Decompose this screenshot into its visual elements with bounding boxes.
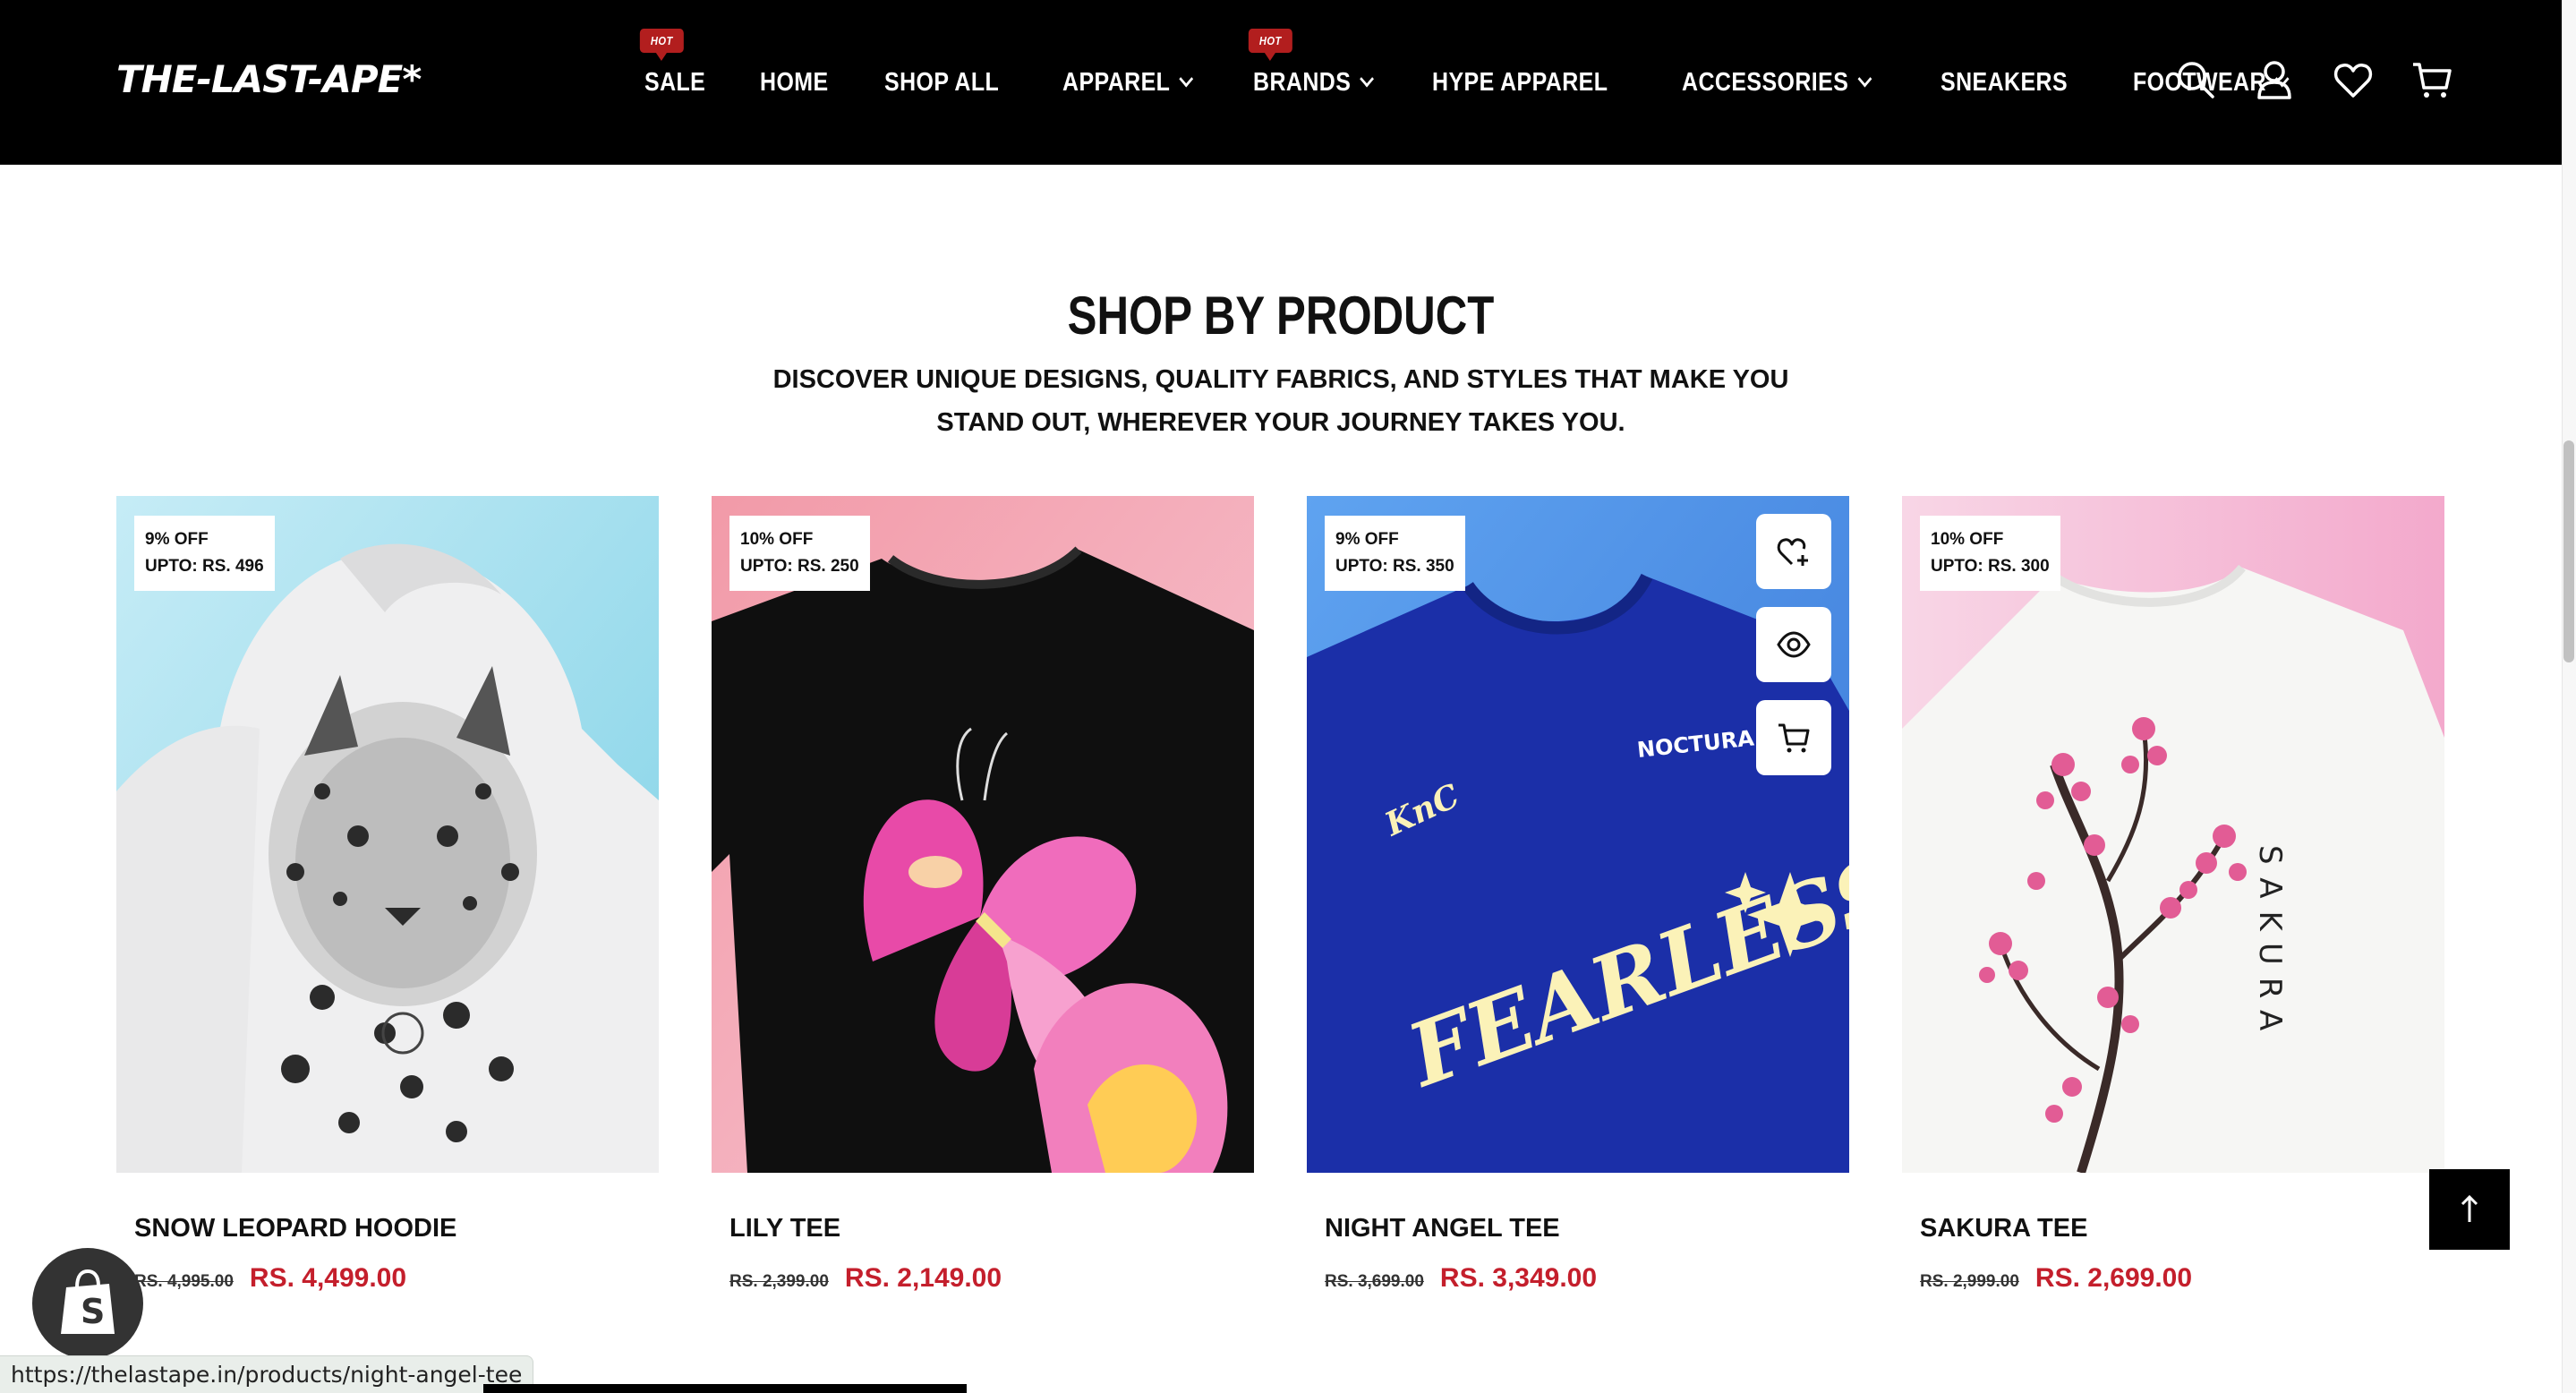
discount-badge: 10% OFF UPTO: RS. 250 [729,516,870,591]
nav-item-hype-apparel[interactable]: HYPE APPAREL [1432,68,1608,98]
nav-label: HOME [760,67,829,97]
nav-label: BRANDS [1253,67,1352,97]
product-name[interactable]: SNOW LEOPARD HOODIE [134,1214,659,1243]
quick-view-button[interactable] [1756,607,1831,682]
search-icon[interactable] [2173,57,2218,102]
main-nav: HOT SALE HOME SHOP ALL APPAREL HOT BRAND… [639,28,2354,102]
product-image[interactable]: SAKURA 10% OFF UPTO: RS. 300 [1902,496,2444,1173]
site-logo[interactable]: THE-LAST-APE* [116,57,422,101]
product-image[interactable]: 9% OFF UPTO: RS. 496 [116,496,659,1173]
product-image[interactable]: 10% OFF UPTO: RS. 250 [712,496,1254,1173]
wishlist-icon[interactable] [2331,57,2376,102]
product-price: RS. 3,699.00 RS. 3,349.00 [1325,1263,1849,1294]
discount-upto: UPTO: RS. 300 [1931,557,2050,576]
product-card-sakura-tee[interactable]: SAKURA 10% OFF UPTO: RS. 300 SAKURA TEE … [1902,496,2444,1294]
chevron-down-icon [1360,70,1375,87]
nav-item-sale[interactable]: HOT SALE [639,28,706,98]
compare-at-price: RS. 3,699.00 [1325,1272,1424,1291]
add-to-cart-button[interactable] [1756,700,1831,775]
product-price: RS. 2,399.00 RS. 2,149.00 [729,1263,1254,1294]
partial-footer-bar [483,1384,967,1393]
account-icon[interactable] [2252,57,2297,102]
sale-price: RS. 4,499.00 [249,1263,407,1293]
nav-label: SALE [644,67,706,97]
sale-price: RS. 3,349.00 [1439,1263,1598,1293]
chevron-down-icon [1856,70,1872,87]
product-name[interactable]: NIGHT ANGEL TEE [1325,1214,1849,1243]
discount-percent: 10% OFF [1931,530,2004,549]
sale-price: RS. 2,149.00 [844,1263,1002,1293]
product-card-lily-tee[interactable]: 10% OFF UPTO: RS. 250 LILY TEE RS. 2,399… [712,496,1254,1294]
nav-item-sneakers[interactable]: SNEAKERS [1941,68,2068,98]
product-card-snow-leopard-hoodie[interactable]: 9% OFF UPTO: RS. 496 SNOW LEOPARD HOODIE… [116,496,659,1294]
shopify-chat-button[interactable]: S [32,1248,143,1359]
status-bar-url: https://thelastape.in/products/night-ang… [0,1355,534,1393]
scrollbar-thumb[interactable] [2563,440,2574,662]
nav-label: APPAREL [1062,67,1171,97]
nav-item-brands[interactable]: HOT BRANDS [1249,28,1375,98]
nav-label: HYPE APPAREL [1432,67,1608,97]
snow-leopard-hoodie-image [116,496,659,1173]
compare-at-price: RS. 4,995.00 [134,1272,234,1291]
quick-view-icon [1777,631,1811,658]
chevron-down-icon [1179,70,1194,87]
header-icons [2139,57,2454,102]
nav-label: SHOP ALL [884,67,1000,97]
nav-item-accessories[interactable]: ACCESSORIES [1681,67,1872,98]
discount-upto: UPTO: RS. 250 [740,557,859,576]
sakura-tee-image: SAKURA [1902,496,2444,1173]
nav-item-shop-all[interactable]: SHOP ALL [884,68,999,98]
site-header: THE-LAST-APE* HOT SALE HOME SHOP ALL APP… [0,0,2562,165]
discount-upto: UPTO: RS. 496 [145,557,264,576]
add-to-cart-icon [1778,723,1810,753]
cart-icon[interactable] [2410,57,2454,102]
discount-percent: 9% OFF [1335,530,1399,549]
scroll-to-top-button[interactable] [2429,1169,2510,1250]
discount-badge: 9% OFF UPTO: RS. 350 [1325,516,1465,591]
product-name[interactable]: SAKURA TEE [1920,1214,2444,1243]
nav-label: ACCESSORIES [1681,67,1849,97]
page-scrollbar[interactable] [2562,0,2576,1393]
discount-percent: 10% OFF [740,530,814,549]
nav-label: SNEAKERS [1941,67,2068,97]
add-to-wishlist-icon [1777,538,1808,566]
discount-percent: 9% OFF [145,530,209,549]
discount-upto: UPTO: RS. 350 [1335,557,1454,576]
product-name[interactable]: LILY TEE [729,1214,1254,1243]
hot-badge: HOT [639,28,684,61]
sale-price: RS. 2,699.00 [2034,1263,2193,1293]
nav-item-apparel[interactable]: APPAREL [1062,67,1194,98]
add-to-wishlist-button[interactable] [1756,514,1831,589]
discount-badge: 10% OFF UPTO: RS. 300 [1920,516,2060,591]
lily-tee-image [712,496,1254,1173]
svg-text:S: S [81,1292,105,1331]
product-price: RS. 4,995.00 RS. 4,499.00 [134,1263,659,1294]
compare-at-price: RS. 2,399.00 [729,1272,829,1291]
sakura-print: SAKURA [2252,845,2288,1043]
section-subtitle: DISCOVER UNIQUE DESIGNS, QUALITY FABRICS… [772,365,1789,437]
discount-badge: 9% OFF UPTO: RS. 496 [134,516,275,591]
section-title: SHOP BY PRODUCT [1067,286,1495,346]
nav-item-home[interactable]: HOME [760,68,829,98]
product-image[interactable]: NOCTURA KnC FEARLESS 9% OFF UPTO: RS. 35… [1307,496,1849,1173]
compare-at-price: RS. 2,999.00 [1920,1272,2019,1291]
shopify-bag-icon: S [61,1269,115,1334]
hot-badge: HOT [1249,28,1293,61]
arrow-up-icon [2461,1194,2478,1222]
quick-actions [1756,514,1831,793]
product-price: RS. 2,999.00 RS. 2,699.00 [1920,1263,2444,1294]
product-card-night-angel-tee[interactable]: NOCTURA KnC FEARLESS 9% OFF UPTO: RS. 35… [1307,496,1849,1294]
